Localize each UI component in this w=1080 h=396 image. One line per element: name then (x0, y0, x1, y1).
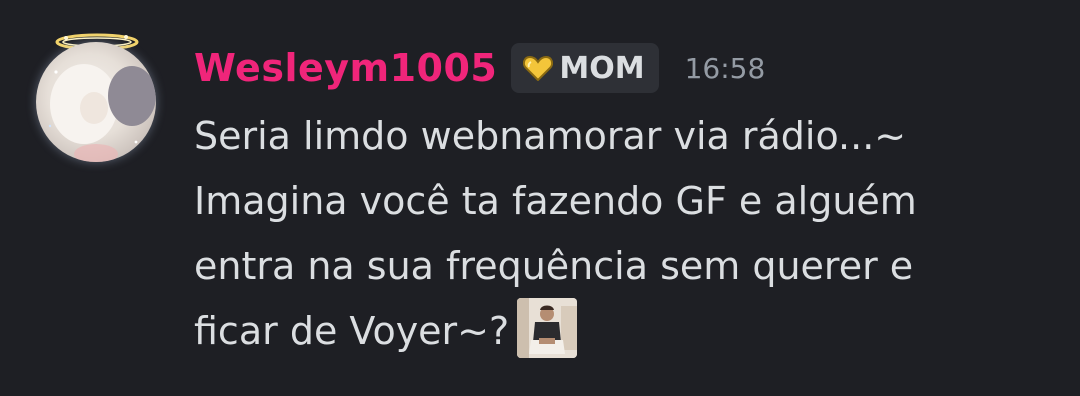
chat-message: Wesleym1005 MOM 16:58 Seria limdo webnam… (0, 0, 1080, 396)
message-content: Seria limdo webnamorar via rádio...~ Ima… (194, 104, 1054, 364)
message-line-last: ficar de Voyer~? (194, 297, 1054, 364)
message-line-text: ficar de Voyer~? (194, 309, 510, 353)
message-line: Seria limdo webnamorar via rádio...~ (194, 114, 907, 158)
avatar-image (36, 42, 156, 162)
message-line: entra na sua frequência sem querer e (194, 244, 914, 288)
message-header: Wesleym1005 MOM 16:58 (194, 40, 765, 96)
custom-emoji-person-sitting[interactable] (517, 297, 578, 358)
server-tag-label: MOM (559, 50, 645, 86)
avatar[interactable] (30, 32, 162, 164)
message-line: Imagina você ta fazendo GF e alguém (194, 179, 917, 223)
username[interactable]: Wesleym1005 (194, 46, 497, 90)
message-timestamp[interactable]: 16:58 (685, 52, 766, 85)
server-tag-badge[interactable]: MOM (511, 43, 659, 93)
yellow-heart-icon (523, 55, 554, 81)
